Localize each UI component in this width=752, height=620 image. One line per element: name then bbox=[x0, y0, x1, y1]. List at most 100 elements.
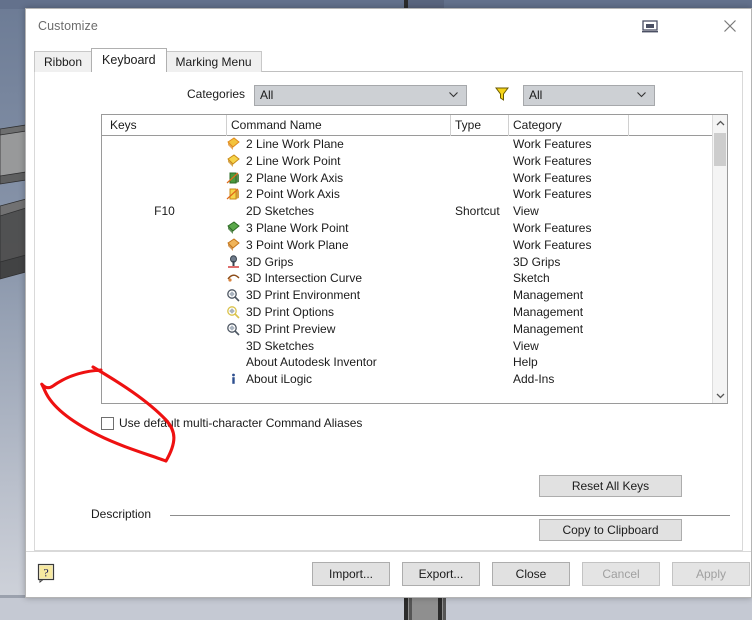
use-default-aliases-checkbox[interactable]: Use default multi-character Command Alia… bbox=[101, 416, 362, 430]
categories-select[interactable]: All bbox=[254, 84, 467, 106]
row-command-name: 2 Plane Work Axis bbox=[246, 170, 344, 185]
keyboard-tab-panel: Categories All All Keys Command Name Typ… bbox=[34, 71, 743, 551]
row-command-name: 3D Sketches bbox=[246, 338, 315, 353]
categories-select-value: All bbox=[260, 88, 274, 102]
tab-keyboard[interactable]: Keyboard bbox=[91, 48, 167, 72]
row-command-name: 3D Grips bbox=[246, 254, 294, 269]
tab-ribbon[interactable]: Ribbon bbox=[34, 51, 93, 72]
row-category: Work Features bbox=[513, 237, 592, 252]
table-row[interactable]: 2 Plane Work Axis Work Features bbox=[102, 170, 727, 187]
row-command-name: 3D Intersection Curve bbox=[246, 271, 363, 286]
row-category: View bbox=[513, 204, 539, 219]
scrollbar-thumb[interactable] bbox=[714, 133, 726, 166]
row-category: Management bbox=[513, 304, 584, 319]
categories-label: Categories bbox=[187, 87, 246, 101]
svg-text:?: ? bbox=[43, 566, 48, 580]
export-button[interactable]: Export... bbox=[402, 562, 480, 586]
row-command-name: 2 Line Work Point bbox=[246, 153, 341, 168]
help-question-icon[interactable]: ? bbox=[37, 563, 57, 584]
row-category: Sketch bbox=[513, 271, 550, 286]
2-plane-work-axis-icon bbox=[226, 171, 242, 186]
copy-to-clipboard-button[interactable]: Copy to Clipboard bbox=[539, 519, 682, 541]
3d-print-options-icon bbox=[226, 305, 242, 320]
tabstrip: Ribbon Keyboard Marking Menu bbox=[34, 48, 262, 72]
customize-dialog: Customize Ribbon Keyboard Marking Menu C… bbox=[25, 8, 752, 598]
dialog-title: Customize bbox=[38, 19, 98, 33]
type-filter-select[interactable]: All bbox=[523, 84, 655, 106]
table-row[interactable]: 3D Sketches View bbox=[102, 338, 727, 355]
row-category: Management bbox=[513, 321, 584, 336]
type-filter-value: All bbox=[529, 88, 543, 102]
row-command-name: 3D Print Options bbox=[246, 304, 335, 319]
row-command-name: 3D Print Preview bbox=[246, 321, 336, 336]
row-type: Shortcut bbox=[455, 204, 500, 219]
row-command-name: 2 Point Work Axis bbox=[246, 187, 340, 202]
row-command-name: 3 Plane Work Point bbox=[246, 220, 349, 235]
row-category: Work Features bbox=[513, 187, 592, 202]
row-keys: F10 bbox=[154, 204, 175, 219]
row-category: Work Features bbox=[513, 153, 592, 168]
commands-list-header: Keys Command Name Type Category bbox=[102, 115, 727, 136]
table-row[interactable]: F10 2D Sketches Shortcut View bbox=[102, 203, 727, 220]
commands-listbox[interactable]: Keys Command Name Type Category 2 Line W… bbox=[101, 114, 728, 404]
table-row[interactable]: About iLogic Add-Ins bbox=[102, 371, 727, 388]
row-no-icon bbox=[226, 355, 242, 370]
apply-button: Apply bbox=[672, 562, 750, 586]
3-plane-work-point-icon bbox=[226, 221, 242, 236]
commands-list-rows: 2 Line Work Plane Work Features 2 Line Wor… bbox=[102, 136, 727, 403]
column-header-command[interactable]: Command Name bbox=[231, 118, 322, 132]
table-row[interactable]: 2 Line Work Plane Work Features bbox=[102, 136, 727, 153]
about-ilogic-info-icon bbox=[226, 372, 242, 387]
2-point-work-axis-icon bbox=[226, 187, 242, 202]
3-point-work-plane-icon bbox=[226, 238, 242, 253]
table-row[interactable]: 2 Line Work Point Work Features bbox=[102, 153, 727, 170]
chevron-up-icon[interactable] bbox=[713, 115, 727, 131]
checkbox-box[interactable] bbox=[101, 416, 114, 430]
3d-grips-icon bbox=[226, 254, 242, 270]
list-vertical-scrollbar[interactable] bbox=[712, 115, 727, 403]
column-header-type[interactable]: Type bbox=[455, 118, 481, 132]
table-row[interactable]: 3D Grips 3D Grips bbox=[102, 254, 727, 271]
table-row[interactable]: 3 Point Work Plane Work Features bbox=[102, 237, 727, 254]
table-row[interactable]: 2 Point Work Axis Work Features bbox=[102, 186, 727, 203]
3d-print-preview-icon bbox=[226, 322, 242, 337]
row-category: Add-Ins bbox=[513, 372, 555, 387]
row-command-name: 3D Print Environment bbox=[246, 288, 361, 303]
close-icon[interactable] bbox=[715, 13, 745, 39]
column-header-category[interactable]: Category bbox=[513, 118, 562, 132]
row-category: Work Features bbox=[513, 220, 592, 235]
2-line-work-plane-icon bbox=[226, 137, 242, 152]
row-command-name: About iLogic bbox=[246, 372, 313, 387]
close-button[interactable]: Close bbox=[492, 562, 570, 586]
3d-intersection-curve-icon bbox=[226, 271, 242, 286]
import-button[interactable]: Import... bbox=[312, 562, 390, 586]
table-row[interactable]: 3 Plane Work Point Work Features bbox=[102, 220, 727, 237]
reset-all-keys-button[interactable]: Reset All Keys bbox=[539, 475, 682, 497]
table-row[interactable]: 3D Print Environment Management bbox=[102, 287, 727, 304]
description-label: Description bbox=[91, 507, 152, 521]
chevron-down-icon[interactable] bbox=[713, 387, 727, 403]
row-no-icon bbox=[226, 204, 242, 219]
dialog-titlebar: Customize bbox=[26, 9, 751, 45]
row-command-name: 2D Sketches bbox=[246, 204, 315, 219]
table-row[interactable]: 3D Print Preview Management bbox=[102, 321, 727, 338]
table-row[interactable]: 3D Intersection Curve Sketch bbox=[102, 270, 727, 287]
row-no-icon bbox=[226, 339, 242, 354]
tab-marking-menu[interactable]: Marking Menu bbox=[165, 51, 262, 72]
table-row[interactable]: About Autodesk Inventor Help bbox=[102, 354, 727, 371]
2-line-work-point-icon bbox=[226, 154, 242, 169]
3d-print-environment-icon bbox=[226, 288, 242, 303]
funnel-filter-icon[interactable] bbox=[493, 85, 511, 103]
dock-icon[interactable] bbox=[635, 13, 665, 39]
row-category: Management bbox=[513, 288, 584, 303]
chevron-down-icon bbox=[448, 89, 459, 100]
row-category: Work Features bbox=[513, 170, 592, 185]
column-header-keys[interactable]: Keys bbox=[110, 118, 137, 132]
chevron-down-icon bbox=[636, 89, 647, 100]
row-command-name: About Autodesk Inventor bbox=[246, 355, 377, 370]
row-command-name: 2 Line Work Plane bbox=[246, 137, 344, 151]
description-divider bbox=[170, 515, 730, 516]
cancel-button: Cancel bbox=[582, 562, 660, 586]
row-category: Help bbox=[513, 355, 538, 370]
table-row[interactable]: 3D Print Options Management bbox=[102, 304, 727, 321]
